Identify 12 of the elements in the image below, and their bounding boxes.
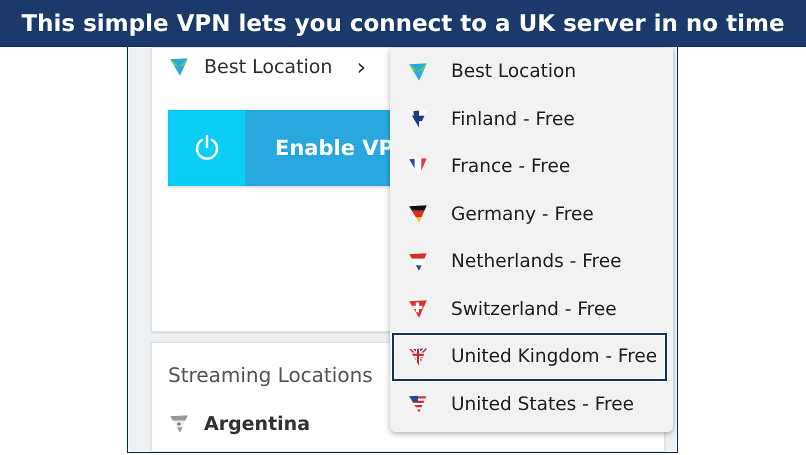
caption: This simple VPN lets you connect to a UK server in no time — [0, 0, 806, 47]
menu-item[interactable]: United Kingdom - Free — [392, 333, 667, 380]
menu-item[interactable]: Netherlands - Free — [392, 238, 667, 286]
menu-item[interactable]: Germany - Free — [392, 190, 667, 238]
menu-item[interactable]: United States - Free — [392, 380, 667, 428]
power-icon — [194, 134, 220, 162]
location-selector[interactable]: Best Location — [204, 56, 332, 78]
location-item[interactable]: Argentina — [204, 413, 310, 435]
menu-item[interactable]: Best Location — [392, 48, 667, 96]
menu-item[interactable]: Switzerland - Free — [392, 286, 667, 333]
chevron[interactable]: › — [356, 55, 366, 79]
section-title: Streaming Locations — [168, 363, 374, 387]
